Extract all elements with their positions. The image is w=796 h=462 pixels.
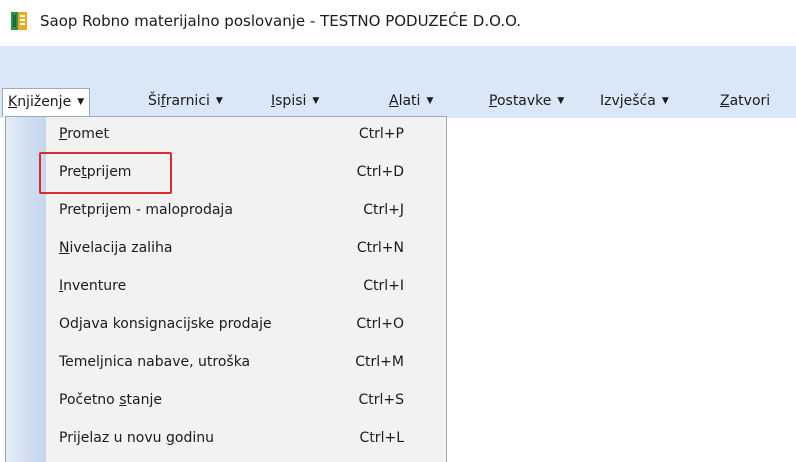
chevron-down-icon: ▼ [426,96,434,106]
menu-postavke-mnemonic: P [489,93,497,109]
menu-item-shortcut: Ctrl+S [358,392,404,408]
chevron-down-icon: ▼ [312,96,320,106]
menu-alati-label-post: lati [398,93,421,109]
menu-knjizenje[interactable]: Knjiženje ▼ [2,88,91,117]
menu-ispisi-label-post: spisi [275,93,307,109]
menu-item-shortcut: Ctrl+J [363,202,404,218]
menu-item-shortcut: Ctrl+M [355,354,404,370]
menu-zatvori-mnemonic: Z [720,93,730,109]
menu-izvjesca-label: Izvješća [600,93,656,109]
menu-item-pocetno-stanje[interactable]: Početno stanje Ctrl+S [46,383,446,419]
menu-item-shortcut: Ctrl+I [363,278,404,294]
menu-item-label: Prijelaz u novu godinu [59,430,214,446]
menu-item-nivelacija-zaliha[interactable]: Nivelacija zaliha Ctrl+N [46,231,446,267]
menu-alati[interactable]: Alati ▼ [389,88,433,114]
menu-postavke[interactable]: Postavke ▼ [489,88,564,114]
chevron-down-icon: ▼ [557,96,565,106]
menu-item-odjava-konsignacijske-prodaje[interactable]: Odjava konsignacijske prodaje Ctrl+O [46,307,446,343]
menu-item-prijelaz-u-novu-godinu[interactable]: Prijelaz u novu godinu Ctrl+L [46,421,446,457]
menu-item-shortcut: Ctrl+P [358,126,404,142]
saop-app-icon [10,10,30,32]
chevron-down-icon: ▼ [215,96,223,106]
menu-postavke-label-post: ostavke [496,93,552,109]
menu-item-label: Nivelacija zaliha [59,240,173,256]
menu-sifrarnici-label-post: rarnici [165,93,210,109]
chevron-down-icon: ▼ [77,97,85,107]
menu-alati-mnemonic: A [389,93,399,109]
toolbar-strip [0,46,796,84]
menu-zatvori-label-post: atvori [729,93,771,109]
menu-item-promet[interactable]: Promet Ctrl+P [46,117,446,153]
menu-item-label: Promet [59,126,109,142]
menu-zatvori[interactable]: Zatvori [720,88,770,114]
menu-sifrarnici-label-pre: Ši [148,93,161,109]
menu-item-shortcut: Ctrl+N [356,240,404,256]
menu-item-label: Temeljnica nabave, utroška [59,354,251,370]
menu-item-temeljnica-nabave[interactable]: Temeljnica nabave, utroška Ctrl+M [46,345,446,381]
title-bar: Saop Robno materijalno poslovanje - TEST… [0,0,796,46]
menu-item-label: Početno stanje [59,392,162,408]
menu-ispisi[interactable]: Ispisi ▼ [271,88,319,114]
menu-item-label: Pretprijem - maloprodaja [59,202,233,218]
chevron-down-icon: ▼ [661,96,669,106]
menu-item-label: Inventure [59,278,127,294]
menu-knjizenje-label-post: njiženje [17,94,72,110]
menu-item-shortcut: Ctrl+D [356,164,404,180]
menu-knjizenje-mnemonic: K [8,94,18,110]
menu-item-shortcut: Ctrl+L [359,430,404,446]
menu-item-shortcut: Ctrl+O [356,316,404,332]
menu-item-pretprijem-maloprodaja[interactable]: Pretprijem - maloprodaja Ctrl+J [46,193,446,229]
menu-item-label: Odjava konsignacijske prodaje [59,316,272,332]
menu-item-inventure[interactable]: Inventure Ctrl+I [46,269,446,305]
highlight-annotation [39,152,172,194]
menu-bar: Knjiženje ▼ Šifrarnici ▼ Ispisi ▼ Alati ▼ Po… [0,84,796,118]
menu-sifrarnici[interactable]: Šifrarnici ▼ [148,88,223,114]
menu-izvjesca[interactable]: Izvješća ▼ [600,88,669,114]
window-title: Saop Robno materijalno poslovanje - TEST… [40,12,522,30]
